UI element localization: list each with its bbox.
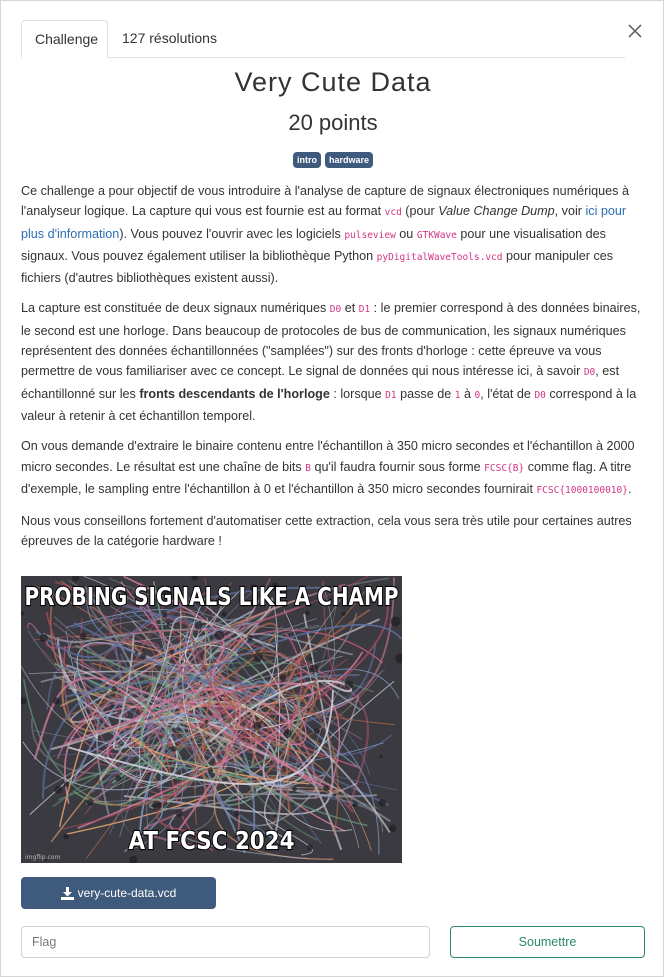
inline-code: pulseview bbox=[344, 229, 396, 241]
inline-code: D0 bbox=[583, 367, 596, 379]
meme-bottom-text: AT FCSC 2024 bbox=[129, 826, 295, 855]
inline-code: D0 bbox=[329, 304, 342, 316]
inline-code: pyDigitalWaveTools.vcd bbox=[376, 251, 503, 263]
tab-challenge[interactable]: Challenge bbox=[21, 20, 108, 58]
inline-code: FCSC{B} bbox=[484, 462, 525, 474]
tab-bar: Challenge 127 résolutions bbox=[21, 20, 625, 58]
download-button[interactable]: very-cute-data.vcd bbox=[21, 877, 216, 909]
tab-solves[interactable]: 127 résolutions bbox=[109, 20, 230, 57]
inline-code: FCSC{1000100010} bbox=[536, 484, 628, 496]
inline-code: D1 bbox=[385, 389, 397, 401]
meme-top-text: PROBING SIGNALS LIKE A CHAMP bbox=[25, 582, 399, 611]
inline-code: D1 bbox=[358, 304, 371, 316]
download-label: very-cute-data.vcd bbox=[77, 886, 177, 900]
close-icon[interactable] bbox=[625, 21, 645, 41]
description-paragraph: Nous vous conseillons fortement d'automa… bbox=[21, 514, 632, 549]
challenge-title: Very Cute Data bbox=[234, 67, 432, 97]
description-paragraph: On vous demande d'extraire le binaire co… bbox=[21, 439, 635, 496]
inline-code: D0 bbox=[534, 389, 546, 401]
inline-code: vcd bbox=[384, 207, 402, 219]
challenge-description: Ce challenge a pour objectif de vous int… bbox=[21, 181, 647, 562]
download-icon bbox=[60, 886, 74, 900]
submit-button[interactable]: Soumettre bbox=[450, 926, 645, 958]
meme-watermark: imgflip.com bbox=[25, 854, 60, 861]
challenge-points: 20 points bbox=[288, 110, 378, 135]
description-paragraph: Ce challenge a pour objectif de vous int… bbox=[21, 184, 629, 286]
description-paragraph: La capture est constituée de deux signau… bbox=[21, 301, 641, 423]
flag-input[interactable] bbox=[21, 926, 430, 958]
meme-image: PROBING SIGNALS LIKE A CHAMP AT FCSC 202… bbox=[21, 576, 402, 863]
tag-list: intro hardware bbox=[1, 152, 664, 168]
challenge-modal: Challenge 127 résolutions Very Cute Data… bbox=[0, 0, 664, 977]
tag-hardware: hardware bbox=[324, 152, 374, 168]
tag-intro: intro bbox=[292, 152, 321, 168]
inline-code: GTKWave bbox=[416, 229, 457, 241]
